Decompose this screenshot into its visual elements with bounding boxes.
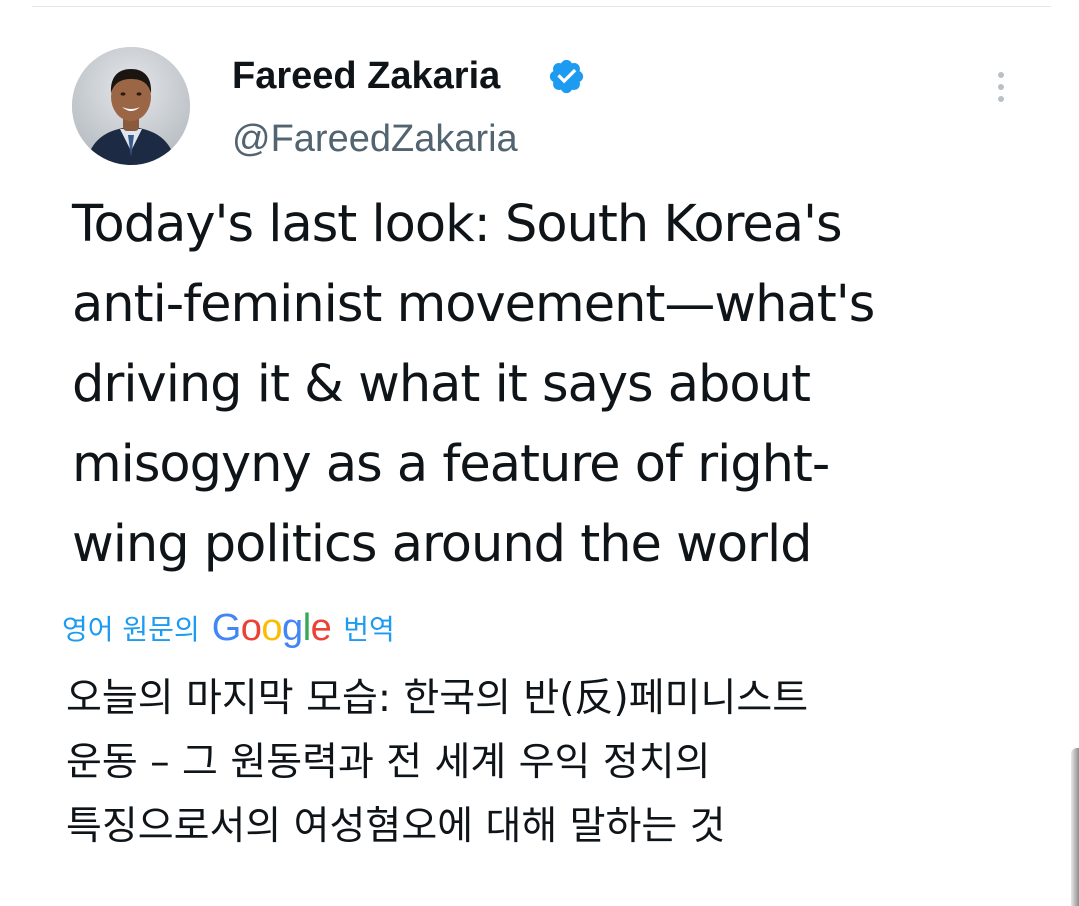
top-divider bbox=[32, 6, 1051, 7]
google-logo: Google bbox=[211, 606, 332, 649]
translation-suffix-label: 번역 bbox=[343, 613, 395, 646]
more-vertical-icon-dot bbox=[998, 96, 1004, 102]
avatar-photo-icon bbox=[72, 47, 190, 165]
tweet-text: Today's last look: South Korea's anti-fe… bbox=[72, 185, 1032, 585]
translation-source-label: 영어 원문의 bbox=[62, 613, 200, 646]
avatar[interactable] bbox=[72, 47, 190, 165]
tweet-line: wing politics around the world bbox=[72, 515, 813, 574]
author-name[interactable]: Fareed Zakaria bbox=[232, 50, 500, 102]
scrollbar-edge[interactable] bbox=[1071, 748, 1079, 906]
tweet-line: driving it & what it says about bbox=[72, 355, 811, 414]
verified-badge-icon bbox=[549, 59, 584, 94]
tweet-line: anti-feminist movement—what's bbox=[72, 275, 875, 334]
translated-line: 오늘의 마지막 모습: 한국의 반(反)페미니스트 bbox=[66, 676, 809, 721]
translated-line: 특징으로서의 여성혐오에 대해 말하는 것 bbox=[66, 804, 726, 849]
more-options-button[interactable] bbox=[986, 68, 1016, 106]
translated-line: 운동 – 그 원동력과 전 세계 우익 정치의 bbox=[66, 740, 711, 785]
translated-by-google-link[interactable]: 영어 원문의 Google 번역 bbox=[62, 604, 395, 652]
more-vertical-icon bbox=[998, 72, 1004, 78]
author-handle[interactable]: @FareedZakaria bbox=[232, 113, 518, 165]
more-vertical-icon-dot bbox=[998, 84, 1004, 90]
tweet-line: misogyny as a feature of right- bbox=[72, 435, 830, 494]
tweet-line: Today's last look: South Korea's bbox=[72, 195, 843, 254]
translated-text: 오늘의 마지막 모습: 한국의 반(反)페미니스트 운동 – 그 원동력과 전 … bbox=[66, 667, 1026, 859]
